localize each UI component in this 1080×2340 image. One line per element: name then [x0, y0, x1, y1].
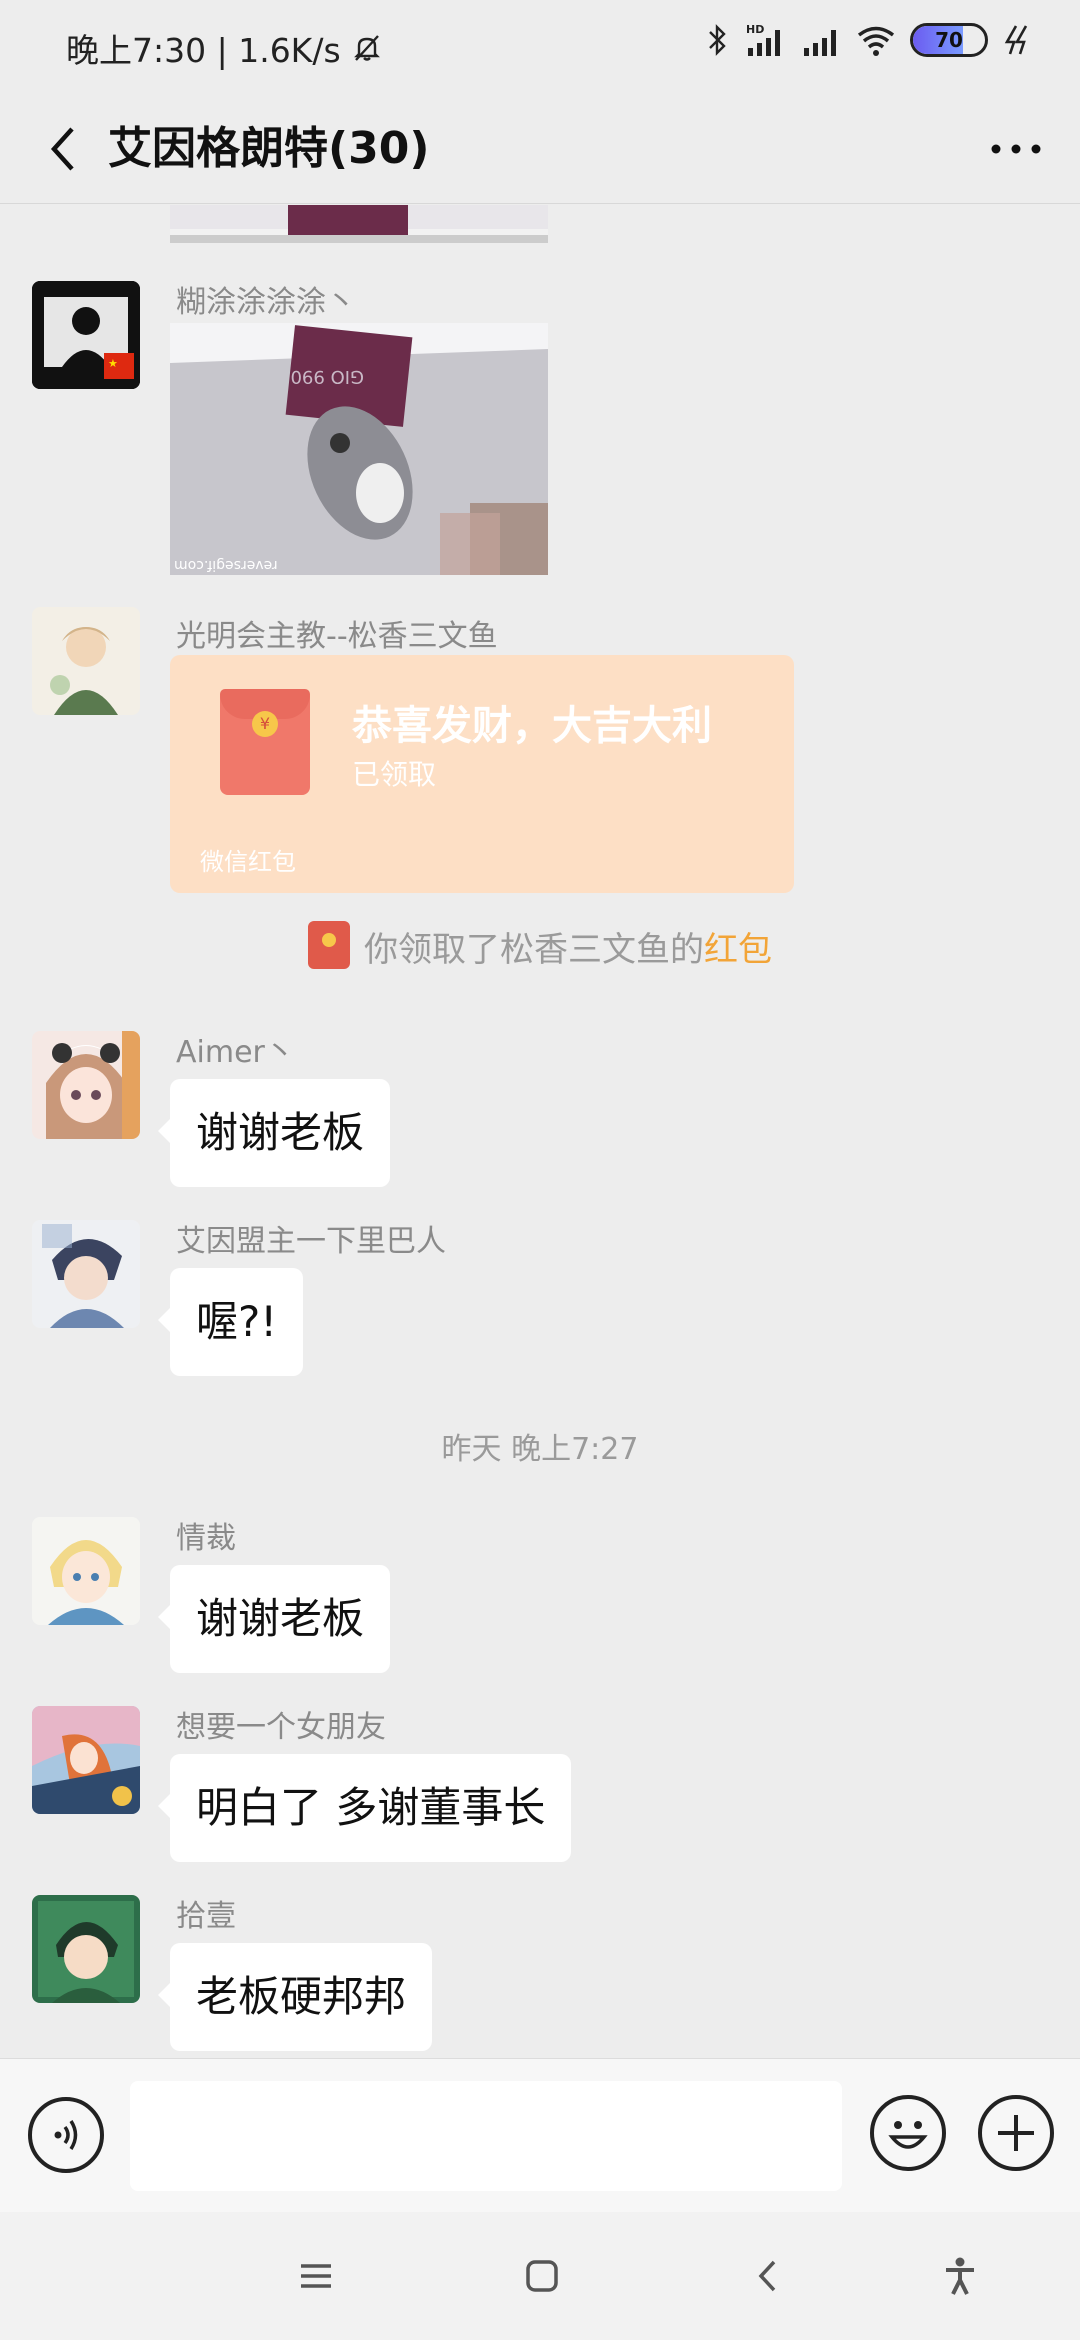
message-input[interactable] — [130, 2081, 842, 2191]
accessibility-icon — [946, 2257, 974, 2295]
time-separator: 昨天 晚上7:27 — [441, 1432, 639, 1467]
gif-image[interactable]: GIO 990 reversegif.com — [170, 323, 548, 575]
nav-home-button[interactable] — [512, 2246, 572, 2306]
chat-header: 艾因格朗特(30) — [0, 96, 1080, 204]
message-bubble[interactable]: 谢谢老板 — [157, 1079, 391, 1187]
mute-bell-icon — [353, 35, 380, 61]
charging-icon — [1004, 25, 1028, 55]
battery-indicator: 70 — [910, 23, 988, 57]
status-right: HD 70 — [706, 22, 1032, 58]
system-message: 你领取了松香三文鱼的红包 — [0, 921, 1080, 971]
image-watermark: reversegif.com — [174, 557, 278, 573]
back-button[interactable] — [30, 116, 96, 182]
bluetooth-icon — [709, 24, 726, 56]
image-content — [170, 205, 548, 243]
message-bubble[interactable]: 谢谢老板 — [157, 1565, 391, 1673]
avatar[interactable] — [32, 607, 140, 715]
sender-name: 想要一个女朋友 — [176, 1710, 386, 1745]
red-packet-icon: ¥ — [220, 689, 310, 795]
status-left: 晚上7:30 | 1.6K/s — [66, 24, 383, 72]
svg-text:HD: HD — [746, 23, 764, 36]
red-packet-footer: 微信红包 — [200, 848, 296, 876]
red-packet-icon — [308, 921, 350, 969]
message-bubble[interactable]: 明白了 多谢董事长 — [157, 1754, 572, 1862]
more-dots-icon — [991, 144, 1041, 154]
back-arrow-icon — [758, 2260, 776, 2292]
chevron-left-icon — [50, 127, 74, 171]
status-time-speed: 晚上7:30 | 1.6K/s — [66, 31, 341, 70]
signal-hd-icon: HD — [746, 23, 780, 56]
sender-name: 糊涂涂涂涂丶 — [176, 285, 356, 320]
sender-name: 光明会主教--松香三文鱼 — [176, 619, 498, 654]
system-message-text: 你领取了松香三文鱼的 — [364, 930, 704, 970]
nav-menu-button[interactable] — [286, 2246, 346, 2306]
wifi-icon — [857, 26, 895, 56]
nav-back-button[interactable] — [738, 2246, 798, 2306]
home-square-icon — [526, 2260, 558, 2292]
menu-icon — [301, 2264, 331, 2288]
emoji-icon — [888, 2121, 928, 2149]
image-message-partial[interactable] — [170, 205, 548, 243]
avatar[interactable] — [32, 1895, 140, 2003]
voice-icon — [54, 2120, 78, 2150]
avatar[interactable] — [32, 1220, 140, 1328]
signal-icon — [804, 30, 836, 56]
system-nav-bar — [0, 2212, 1080, 2340]
red-packet-card[interactable]: ¥ 恭喜发财，大吉大利 已领取 微信红包 — [170, 655, 794, 893]
plus-icon — [998, 2115, 1034, 2151]
sender-name: 艾因盟主一下里巴人 — [176, 1224, 446, 1259]
red-packet-title: 恭喜发财，大吉大利 — [352, 703, 712, 749]
red-packet-link[interactable]: 红包 — [704, 930, 772, 970]
voice-button[interactable] — [28, 2097, 104, 2173]
chat-list[interactable]: ★ 糊涂涂涂涂丶 GIO 990 reversegif.com 光明会主教--松… — [0, 205, 1080, 2058]
avatar[interactable]: ★ — [32, 281, 140, 389]
sender-name: Aimer丶 — [176, 1035, 295, 1070]
message-bubble[interactable]: 喔?! — [157, 1268, 304, 1376]
battery-text: 70 — [935, 28, 963, 52]
message-bubble[interactable]: 老板硬邦邦 — [157, 1943, 433, 2051]
plus-button[interactable] — [978, 2095, 1054, 2171]
yuan-coin-icon: ¥ — [252, 711, 278, 737]
svg-text:GIO 990: GIO 990 — [290, 366, 364, 387]
svg-text:★: ★ — [108, 357, 118, 370]
accessibility-button[interactable] — [930, 2246, 990, 2306]
sender-name: 拾壹 — [176, 1899, 236, 1934]
status-bar: 晚上7:30 | 1.6K/s HD 70 — [0, 0, 1080, 96]
red-packet-status: 已领取 — [352, 758, 437, 791]
avatar[interactable] — [32, 1706, 140, 1814]
avatar[interactable] — [32, 1517, 140, 1625]
emoji-button[interactable] — [870, 2095, 946, 2171]
chat-title: 艾因格朗特(30) — [108, 123, 430, 174]
avatar[interactable] — [32, 1031, 140, 1139]
more-button[interactable] — [980, 116, 1052, 182]
sender-name: 情裁 — [176, 1521, 236, 1556]
input-bar — [0, 2058, 1080, 2212]
